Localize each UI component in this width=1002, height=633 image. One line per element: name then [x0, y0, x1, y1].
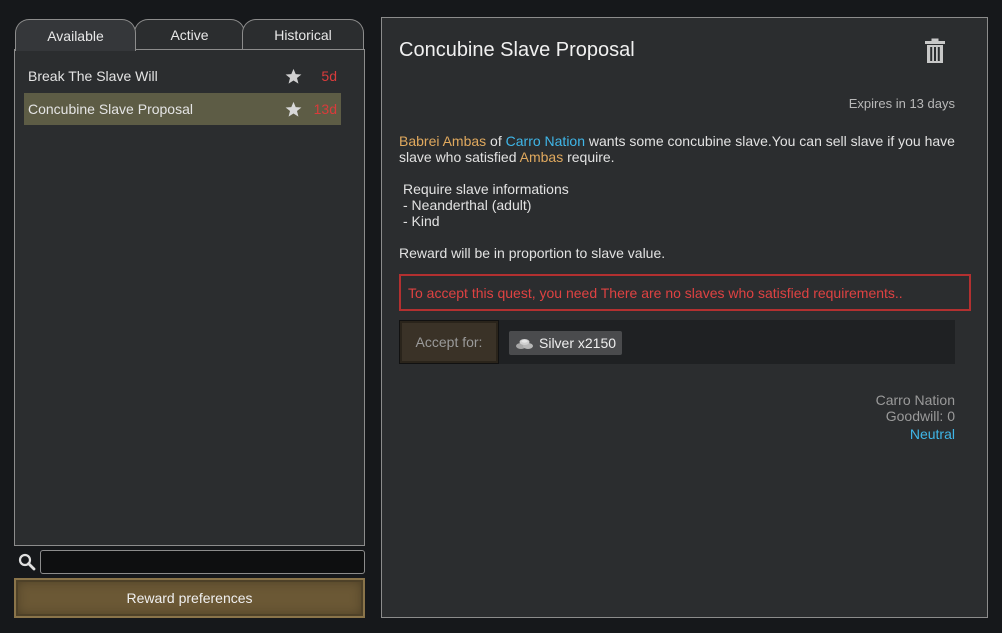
days-remaining: 13d [313, 101, 337, 117]
expires-text: Expires in 13 days [848, 96, 955, 111]
asker-short-name: Ambas [519, 149, 564, 165]
reward-preferences-label: Reward preferences [126, 590, 253, 606]
tab-active[interactable]: Active [134, 19, 245, 50]
tab-historical-label: Historical [274, 27, 332, 43]
accept-button[interactable]: Accept for: [399, 320, 499, 364]
requirement-item: - Neanderthal (adult) [403, 197, 532, 213]
tab-available[interactable]: Available [15, 19, 136, 51]
requirements-heading: Require slave informations [403, 181, 569, 197]
quest-row-break-the-slave-will[interactable]: Break The Slave Will 5d [24, 61, 341, 91]
accept-button-label: Accept for: [415, 334, 483, 350]
search-icon [18, 553, 36, 571]
trash-icon[interactable] [924, 38, 946, 64]
faction-relation: Neutral [909, 426, 955, 442]
star-icon[interactable] [285, 68, 302, 85]
faction-goodwill: Goodwill: 0 [885, 408, 955, 424]
warning-text: To accept this quest, you need There are… [408, 284, 903, 301]
tab-historical[interactable]: Historical [242, 19, 364, 50]
desc-text-2: require. [563, 149, 615, 165]
reward-note: Reward will be in proportion to slave va… [399, 245, 666, 261]
requirements-block: Require slave informations - Neanderthal… [403, 181, 569, 229]
faction-name: Carro Nation [875, 392, 955, 408]
asker-name: Babrei Ambas [399, 133, 487, 149]
silver-icon [516, 339, 533, 349]
reward-item-label: Silver x2150 [539, 335, 617, 351]
quest-detail-panel: Concubine Slave Proposal Expires in 13 d… [381, 17, 988, 618]
tab-active-label: Active [170, 27, 209, 43]
desc-of: of [486, 133, 506, 149]
reward-preferences-button[interactable]: Reward preferences [14, 578, 365, 618]
quest-title: Break The Slave Will [28, 68, 158, 84]
faction-link: Carro Nation [505, 133, 586, 149]
days-remaining: 5d [321, 68, 337, 84]
star-icon[interactable] [285, 101, 302, 118]
quest-title: Concubine Slave Proposal [28, 101, 193, 117]
quest-row-concubine-slave-proposal[interactable]: Concubine Slave Proposal 13d [24, 93, 341, 125]
tab-available-label: Available [47, 27, 104, 44]
search-input[interactable] [40, 550, 365, 574]
accept-row: Accept for: Silver x2150 [399, 320, 955, 364]
requirement-item: - Kind [403, 213, 440, 229]
quest-detail-title: Concubine Slave Proposal [399, 39, 635, 61]
warning-box: To accept this quest, you need There are… [399, 274, 971, 311]
quest-list-panel: Break The Slave Will 5d Concubine Slave … [14, 49, 365, 546]
quest-description: Babrei Ambas of Carro Nation wants some … [399, 133, 959, 165]
reward-item-chip[interactable]: Silver x2150 [509, 331, 623, 355]
